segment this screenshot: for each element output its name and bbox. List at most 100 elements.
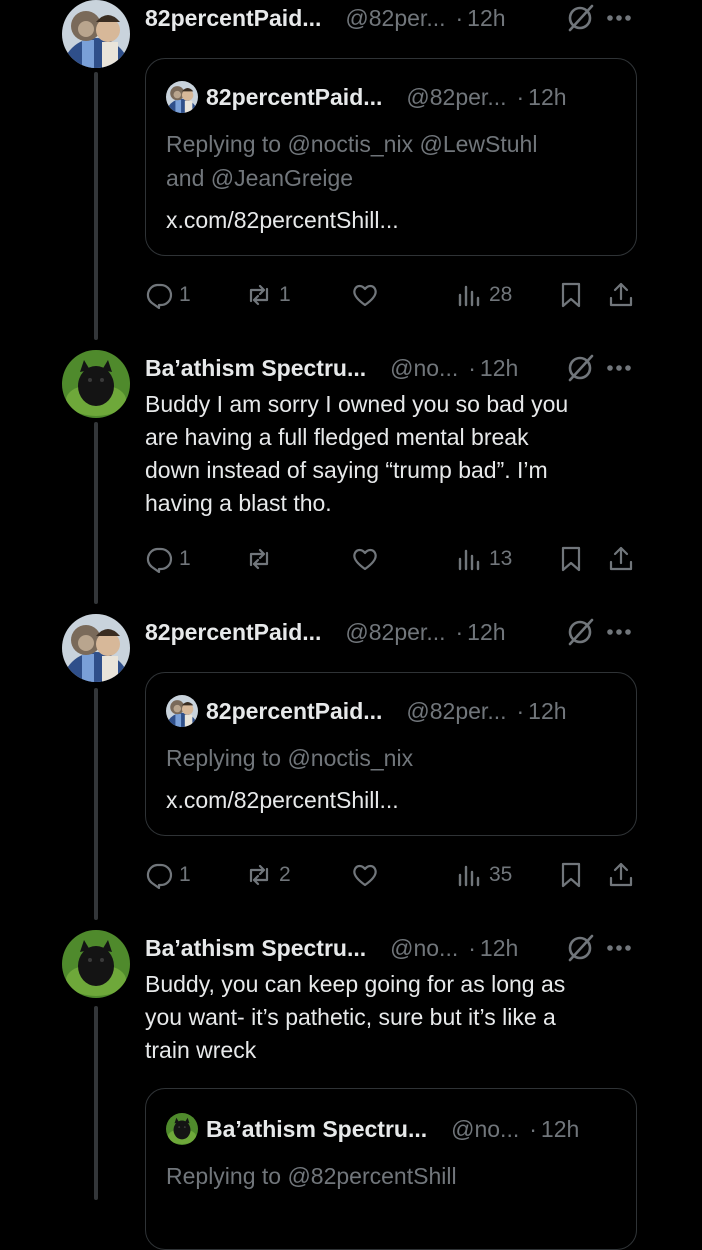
bookmark-button[interactable] (557, 278, 591, 312)
repost-icon (245, 545, 273, 573)
avatar[interactable] (62, 350, 130, 418)
replying-to: Replying to @noctis_nix @LewStuhl and @J… (166, 127, 596, 195)
bookmark-icon (557, 545, 585, 573)
like-button[interactable] (351, 858, 385, 892)
grok-icon[interactable] (566, 4, 594, 32)
more-icon[interactable] (604, 938, 634, 958)
more-icon[interactable] (604, 8, 634, 28)
repost-button[interactable]: 1 (245, 278, 291, 312)
share-icon (607, 861, 635, 889)
action-bar: 1 13 (145, 542, 645, 576)
quoted-tweet[interactable]: 82percentPaid... @82per... · 12h Replyin… (145, 672, 637, 836)
tweet-text-line: down instead of saying “trump bad”. I’m (145, 457, 548, 483)
like-button[interactable] (351, 278, 385, 312)
views-count: 35 (489, 863, 513, 886)
tweet-text-line: Buddy I am sorry I owned you so bad you (145, 391, 569, 417)
reply-button[interactable]: 1 (145, 542, 191, 576)
replying-to-line: Replying to @noctis_nix (166, 745, 414, 771)
display-name[interactable]: Ba’athism Spectru... (145, 355, 366, 382)
quote-header: 82percentPaid... @82per... · 12h (166, 695, 567, 727)
grok-icon[interactable] (566, 354, 594, 382)
views-icon (455, 861, 483, 889)
views-button[interactable]: 35 (455, 858, 512, 892)
action-bar: 1 1 28 (145, 278, 645, 312)
views-button[interactable]: 13 (455, 542, 512, 576)
more-icon[interactable] (604, 358, 634, 378)
handle[interactable]: @no... (390, 935, 458, 962)
timestamp[interactable]: 12h (480, 355, 518, 382)
grok-icon[interactable] (566, 618, 594, 646)
quote-display-name: Ba’athism Spectru... (206, 1115, 428, 1142)
avatar[interactable] (62, 614, 130, 682)
quote-link[interactable]: x.com/82percentShill... (166, 207, 399, 234)
display-name[interactable]: 82percentPaid... (145, 619, 321, 646)
tweet-text: Buddy I am sorry I owned you so bad you … (145, 388, 625, 520)
handle[interactable]: @no... (390, 355, 458, 382)
reply-button[interactable]: 1 (145, 858, 191, 892)
more-icon[interactable] (604, 622, 634, 642)
quote-handle: @82per... (406, 83, 507, 110)
repost-count: 2 (279, 863, 291, 886)
handle[interactable]: @82per... (345, 619, 445, 646)
reply-count: 1 (179, 863, 191, 886)
share-button[interactable] (607, 278, 641, 312)
tweet-text-line: train wreck (145, 1037, 257, 1063)
handle[interactable]: @82per... (345, 5, 445, 32)
quote-avatar (166, 1113, 198, 1145)
tweet-header: 82percentPaid... @82per... · 12h (145, 0, 632, 36)
quoted-tweet[interactable]: Ba’athism Spectru... @no... · 12h Replyi… (145, 1088, 637, 1250)
share-icon (607, 545, 635, 573)
repost-icon (245, 861, 273, 889)
quote-display-name: 82percentPaid... (206, 697, 383, 724)
share-button[interactable] (607, 858, 641, 892)
repost-button[interactable] (245, 542, 279, 576)
like-icon (351, 861, 379, 889)
tweet[interactable]: Ba’athism Spectru... @no... · 12h Buddy,… (0, 930, 702, 1250)
tweet-text-line: are having a full fledged mental break (145, 424, 529, 450)
quote-timestamp: 12h (540, 1115, 580, 1142)
reply-icon (145, 281, 173, 309)
bookmark-button[interactable] (557, 858, 591, 892)
timestamp[interactable]: 12h (467, 5, 505, 32)
like-icon (351, 281, 379, 309)
views-button[interactable]: 28 (455, 278, 512, 312)
reply-icon (145, 545, 173, 573)
like-button[interactable] (351, 542, 385, 576)
timestamp[interactable]: 12h (467, 619, 505, 646)
quote-header: 82percentPaid... @82per... · 12h (166, 81, 567, 113)
separator-dot: · (516, 697, 525, 724)
quote-avatar (166, 695, 198, 727)
views-icon (455, 545, 483, 573)
views-count: 13 (489, 547, 513, 570)
action-bar: 1 2 35 (145, 858, 645, 892)
timestamp[interactable]: 12h (480, 935, 518, 962)
tweet-header: Ba’athism Spectru... @no... · 12h (145, 930, 632, 966)
separator-dot: · (455, 4, 464, 31)
quote-link[interactable]: x.com/82percentShill... (166, 787, 399, 814)
tweet[interactable]: 82percentPaid... @82per... · 12h 82perce… (0, 614, 702, 904)
separator-dot: · (529, 1115, 537, 1142)
quote-handle: @no... (451, 1115, 520, 1142)
avatar[interactable] (62, 0, 130, 68)
grok-icon[interactable] (566, 934, 594, 962)
share-icon (607, 281, 635, 309)
replying-to-line: Replying to @noctis_nix @LewStuhl (166, 131, 538, 157)
bookmark-icon (557, 861, 585, 889)
tweet[interactable]: Ba’athism Spectru... @no... · 12h Buddy … (0, 350, 702, 590)
reply-button[interactable]: 1 (145, 278, 191, 312)
display-name[interactable]: 82percentPaid... (145, 5, 321, 32)
avatar[interactable] (62, 930, 130, 998)
repost-button[interactable]: 2 (245, 858, 291, 892)
quote-header: Ba’athism Spectru... @no... · 12h (166, 1113, 579, 1145)
tweet[interactable]: 82percentPaid... @82per... · 12h 82perce… (0, 0, 702, 330)
quote-display-name: 82percentPaid... (206, 83, 383, 110)
quote-avatar (166, 81, 198, 113)
quoted-tweet[interactable]: 82percentPaid... @82per... · 12h Replyin… (145, 58, 637, 256)
separator-dot: · (455, 618, 464, 645)
views-icon (455, 281, 483, 309)
separator-dot: · (468, 934, 476, 961)
display-name[interactable]: Ba’athism Spectru... (145, 935, 366, 962)
quote-timestamp: 12h (528, 697, 567, 724)
share-button[interactable] (607, 542, 641, 576)
bookmark-button[interactable] (557, 542, 591, 576)
